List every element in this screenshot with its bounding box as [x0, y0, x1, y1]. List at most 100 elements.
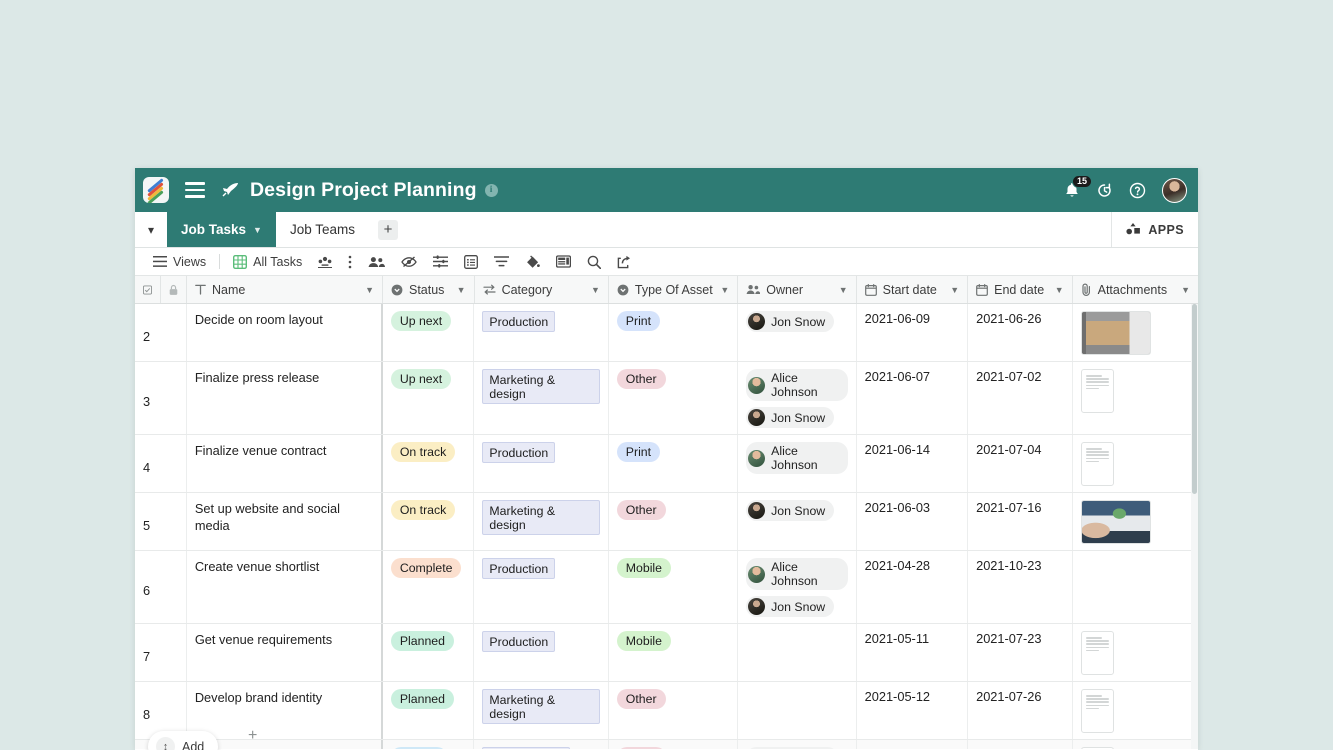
column-header-attachments[interactable]: Attachments ▼: [1073, 276, 1198, 303]
cell-attachments[interactable]: [1073, 682, 1198, 739]
chevron-down-icon[interactable]: ▼: [591, 285, 600, 295]
cell-start-date[interactable]: 2021-06-09: [857, 304, 968, 361]
cell-type-of-asset[interactable]: Other: [609, 682, 738, 739]
column-header-name[interactable]: Name ▼: [187, 276, 383, 303]
cell-attachments[interactable]: [1073, 304, 1198, 361]
tab-job-tasks[interactable]: Job Tasks ▼: [167, 212, 276, 247]
chevron-down-icon[interactable]: ▼: [365, 285, 374, 295]
vertical-scrollbar[interactable]: [1191, 304, 1198, 749]
chevron-down-icon[interactable]: ▼: [1055, 285, 1064, 295]
cell-end-date[interactable]: 2021-07-02: [968, 362, 1073, 434]
table-row[interactable]: 6Create venue shortlistCompleteProductio…: [135, 551, 1198, 624]
hamburger-menu-icon[interactable]: [185, 182, 205, 197]
cell-start-date[interactable]: 2021-06-07: [857, 362, 968, 434]
cell-end-date[interactable]: 2021-07-16: [968, 493, 1073, 550]
cell-type-of-asset[interactable]: Mobile: [609, 551, 738, 623]
add-tab-button[interactable]: +: [369, 212, 407, 247]
cell-attachments[interactable]: [1073, 624, 1198, 681]
cell-attachments[interactable]: [1073, 740, 1198, 749]
table-row[interactable]: 8Develop brand identityPlannedMarketing …: [135, 682, 1198, 740]
cell-status[interactable]: On track: [383, 435, 475, 492]
record-details-icon[interactable]: [456, 248, 486, 275]
cell-category[interactable]: Programming: [474, 740, 608, 749]
chevron-down-icon[interactable]: ▼: [839, 285, 848, 295]
chevron-down-icon[interactable]: ▼: [253, 225, 262, 235]
filter-icon[interactable]: [486, 248, 517, 275]
hide-fields-icon[interactable]: [393, 248, 425, 275]
table-row[interactable]: 4Finalize venue contractOn trackProducti…: [135, 435, 1198, 493]
user-avatar[interactable]: [1162, 178, 1187, 203]
cell-name[interactable]: Get venue requirements: [187, 624, 383, 681]
column-header-category[interactable]: Category ▼: [475, 276, 609, 303]
cell-owner[interactable]: Jon Snow: [738, 304, 856, 361]
chevron-down-icon[interactable]: ▼: [457, 285, 466, 295]
cell-owner[interactable]: Arya Stark: [738, 740, 856, 749]
more-vertical-icon[interactable]: [340, 248, 360, 275]
cell-start-date[interactable]: 2021-06-03: [857, 493, 968, 550]
cell-status[interactable]: Complete: [383, 551, 475, 623]
cell-name[interactable]: Create venue shortlist: [187, 551, 383, 623]
cell-end-date[interactable]: 2021-06-26: [968, 304, 1073, 361]
attachment-image-thumbnail[interactable]: [1081, 500, 1151, 544]
export-icon[interactable]: [609, 248, 639, 275]
grid-body[interactable]: 2Decide on room layoutUp nextProductionP…: [135, 304, 1198, 749]
stripes-logo-icon[interactable]: [143, 177, 169, 203]
column-header-owner[interactable]: Owner ▼: [738, 276, 856, 303]
column-header-start-date[interactable]: Start date ▼: [857, 276, 968, 303]
cell-type-of-asset[interactable]: Mobile: [609, 624, 738, 681]
table-row[interactable]: 3Finalize press releaseUp nextMarketing …: [135, 362, 1198, 435]
cell-type-of-asset[interactable]: Other: [609, 740, 738, 749]
cell-category[interactable]: Marketing & design: [474, 362, 608, 434]
attachment-document-thumbnail[interactable]: [1081, 442, 1114, 486]
table-row[interactable]: 2Decide on room layoutUp nextProductionP…: [135, 304, 1198, 362]
cell-name[interactable]: Develop brand identity: [187, 682, 383, 739]
cell-attachments[interactable]: [1073, 551, 1198, 623]
cell-category[interactable]: Production: [474, 624, 608, 681]
table-row[interactable]: 7Get venue requirementsPlannedProduction…: [135, 624, 1198, 682]
cell-end-date[interactable]: 2021-07-27: [968, 740, 1073, 749]
select-all-checkbox[interactable]: [135, 276, 161, 303]
cell-owner[interactable]: [738, 624, 856, 681]
cell-end-date[interactable]: 2021-07-26: [968, 682, 1073, 739]
cell-type-of-asset[interactable]: Other: [609, 362, 738, 434]
cell-status[interactable]: Planned: [383, 624, 475, 681]
notification-bell-icon[interactable]: 15: [1064, 182, 1080, 199]
attachment-document-thumbnail[interactable]: [1081, 747, 1114, 749]
cell-name[interactable]: Finalize press release: [187, 362, 383, 434]
cell-type-of-asset[interactable]: Print: [609, 435, 738, 492]
add-row-button[interactable]: ↕ Add: [148, 731, 218, 750]
cell-start-date[interactable]: 2021-04-28: [857, 551, 968, 623]
cell-owner[interactable]: [738, 682, 856, 739]
cell-start-date[interactable]: 2021-04-13: [857, 740, 968, 749]
share-people-icon[interactable]: [360, 248, 393, 275]
table-row[interactable]: BehindProgrammingOtherArya Stark2021-04-…: [135, 740, 1198, 749]
cell-end-date[interactable]: 2021-10-23: [968, 551, 1073, 623]
views-button[interactable]: Views: [145, 248, 214, 275]
cell-name[interactable]: Set up website and social media: [187, 493, 383, 550]
search-icon[interactable]: [579, 248, 609, 275]
cell-category[interactable]: Production: [474, 435, 608, 492]
tab-job-teams[interactable]: Job Teams: [276, 212, 369, 247]
attachment-document-thumbnail[interactable]: [1081, 689, 1114, 733]
chevron-down-icon[interactable]: ▾: [135, 212, 167, 247]
summary-bar-icon[interactable]: [548, 248, 579, 275]
row-height-icon[interactable]: [425, 248, 456, 275]
cell-owner[interactable]: Alice Johnson: [738, 435, 856, 492]
column-header-end-date[interactable]: End date ▼: [968, 276, 1073, 303]
column-header-status[interactable]: Status ▼: [383, 276, 475, 303]
info-icon[interactable]: i: [485, 184, 498, 197]
help-icon[interactable]: [1129, 182, 1146, 199]
cell-category[interactable]: Marketing & design: [474, 682, 608, 739]
cell-attachments[interactable]: [1073, 362, 1198, 434]
cell-type-of-asset[interactable]: Other: [609, 493, 738, 550]
attachment-document-thumbnail[interactable]: [1081, 369, 1114, 413]
cell-name[interactable]: Decide on room layout: [187, 304, 383, 361]
table-row[interactable]: 5Set up website and social mediaOn track…: [135, 493, 1198, 551]
cell-status[interactable]: Up next: [383, 304, 475, 361]
cell-owner[interactable]: Alice JohnsonJon Snow: [738, 362, 856, 434]
cell-status[interactable]: On track: [383, 493, 475, 550]
group-rows-icon[interactable]: [310, 248, 340, 275]
cell-status[interactable]: Planned: [383, 682, 475, 739]
cell-status[interactable]: Behind: [383, 740, 475, 749]
attachment-image-thumbnail[interactable]: [1081, 311, 1151, 355]
